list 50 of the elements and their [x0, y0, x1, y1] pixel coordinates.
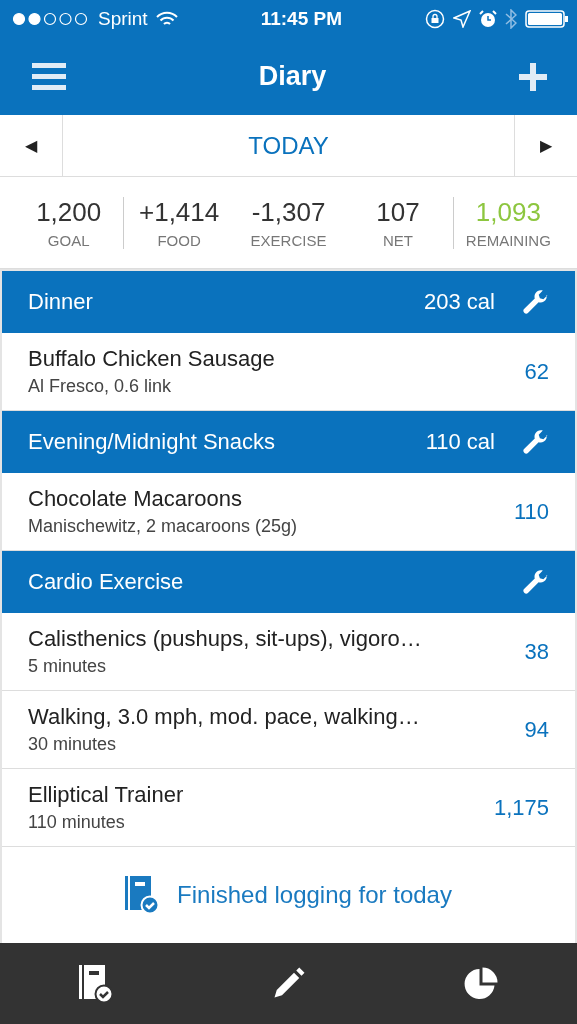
- entry-calories: 62: [524, 358, 549, 385]
- summary-label: GOAL: [47, 231, 90, 249]
- screen-title: Diary: [258, 61, 327, 92]
- add-icon[interactable]: [519, 62, 547, 91]
- carrier-name: Sprint: [98, 8, 148, 30]
- summary-value: +1,414: [139, 196, 220, 228]
- rotation-lock-icon: [425, 9, 445, 29]
- section-calories: 203 cal: [424, 289, 495, 315]
- diary-check-icon: [125, 876, 160, 914]
- entry-name: Elliptical Trainer: [28, 782, 184, 808]
- entry-detail: Manischewitz, 2 macaroons (25g): [28, 516, 298, 537]
- entry-detail: 110 minutes: [28, 812, 126, 833]
- battery-icon: [525, 9, 569, 29]
- diary-icon[interactable]: [78, 964, 113, 1003]
- signal-icon: [12, 12, 90, 26]
- summary-label: FOOD: [157, 231, 201, 249]
- wrench-icon[interactable]: [521, 428, 549, 456]
- entry-detail: 30 minutes: [28, 734, 118, 755]
- entry-calories: 38: [524, 638, 549, 665]
- wrench-icon[interactable]: [521, 568, 549, 596]
- entry-name: Chocolate Macaroons: [28, 486, 243, 512]
- wrench-icon[interactable]: [521, 288, 549, 316]
- clock-time: 11:45 PM: [260, 8, 342, 30]
- entry-calories: 110: [513, 498, 549, 525]
- section-title: Evening/Midnight Snacks: [28, 429, 276, 455]
- summary-value: 1,093: [475, 196, 541, 228]
- entry-detail: Al Fresco, 0.6 link: [28, 376, 173, 397]
- summary-label: NET: [382, 231, 413, 249]
- section-calories: 110 cal: [425, 429, 495, 455]
- alarm-clock-icon: [479, 10, 497, 28]
- entry-name: Walking, 3.0 mph, mod. pace, walking…: [28, 704, 420, 730]
- section-title: Dinner: [28, 289, 93, 315]
- entry-calories: 1,175: [493, 794, 549, 821]
- summary-label: REMAINING: [465, 231, 551, 249]
- summary-value: 1,200: [36, 196, 102, 228]
- entry-calories: 94: [524, 716, 549, 743]
- location-icon: [453, 10, 471, 28]
- summary-value: -1,307: [251, 196, 326, 228]
- section-title: Cardio Exercise: [28, 569, 184, 595]
- summary-value: 107: [376, 196, 420, 228]
- menu-icon[interactable]: [32, 62, 66, 91]
- entry-row[interactable]: Walking, 3.0 mph, mod. pace, walking… 30 minutes 94: [2, 691, 575, 769]
- summary-label: EXERCISE: [250, 231, 327, 249]
- wifi-icon: [155, 11, 178, 27]
- pie-chart-icon[interactable]: [462, 965, 499, 1002]
- entry-detail: 5 minutes: [28, 656, 108, 677]
- entry-name: Calisthenics (pushups, sit-ups), vigoro…: [28, 626, 422, 652]
- bluetooth-icon: [505, 9, 517, 29]
- entry-row[interactable]: Calisthenics (pushups, sit-ups), vigoro… 5 minutes 38: [2, 613, 575, 691]
- entry-name: Buffalo Chicken Sausage: [28, 346, 275, 372]
